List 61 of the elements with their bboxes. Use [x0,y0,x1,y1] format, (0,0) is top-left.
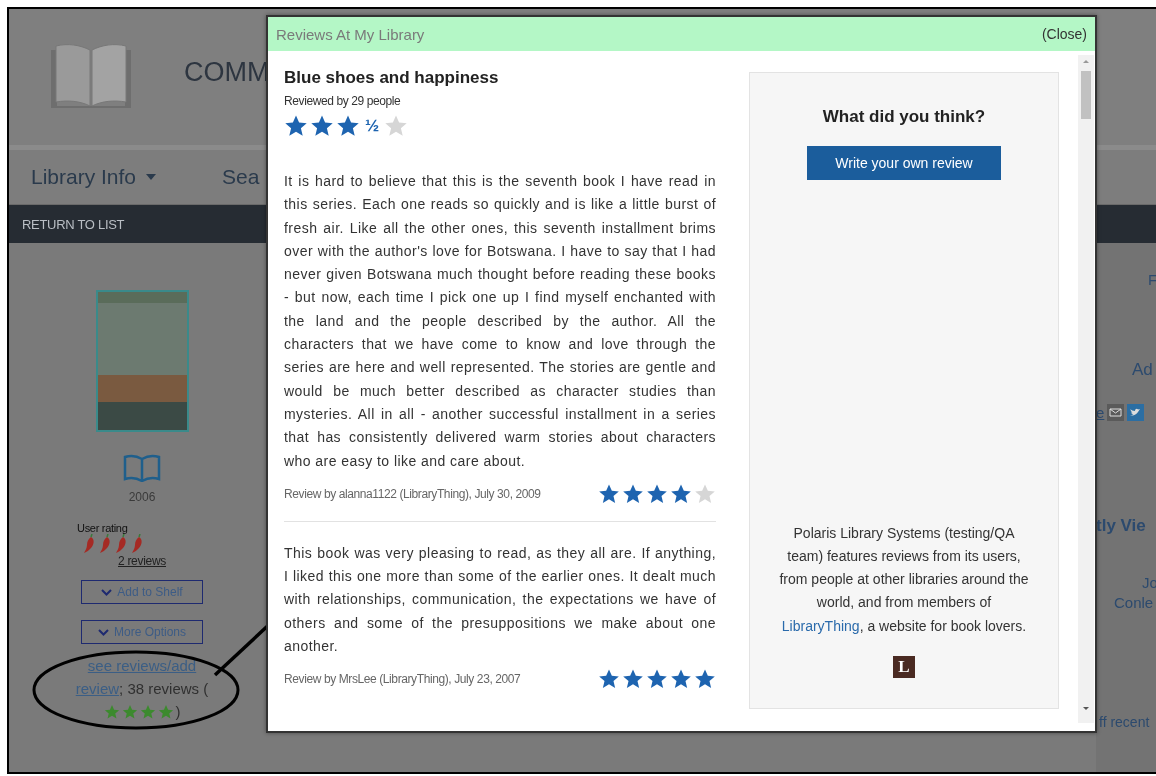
partial-text: ff recent [1099,714,1151,730]
review-byline: Review by MrsLee (LibraryThing), July 23, 2007 [284,672,521,687]
library-logo: L [893,656,915,678]
scrollbar[interactable] [1078,55,1094,723]
partial-text: F [1148,271,1156,288]
star-icon [139,703,156,720]
dropdown-button[interactable]: More Options [81,620,203,644]
star-icon [384,114,409,138]
nav-menu-item[interactable]: Library Info [31,165,157,189]
star-icon [646,668,668,691]
star-icon [103,703,120,720]
librarything-link[interactable]: LibraryThing [781,617,860,634]
review-text: This book was very pleasing to read, as they all are. If anything, I liked this one more than some of the earlier ones. It dealt much with relationships, communication, the expectations we have of others and some of the presuppositions we make about one another. [284,543,716,657]
book-icon [123,454,161,482]
email-icon[interactable] [1107,404,1125,421]
star-icon [646,482,668,505]
review-text: It is hard to believe that this is the seventh book I have read in this series. Each one reads so quickly and is like a little burst of fresh air. Like all the other ones, this seventh installment brims over with the author's love for Botswana. I have to say that I had never given Botswana much thought before reading these books - but now, each time I pick one up I find myself enchanted with the land and the people described by the author. All the characters that we have come to know and love through the series are here and well represented. The stories are gentle and would be much better described as character studies than mysteries. All in all - another successful installment in a series that has consistently delivered warm stories about characters who are easy to like and care about. [284,172,716,471]
share-link[interactable]: e [1096,404,1105,421]
site-title: COMM [184,56,270,88]
close-link[interactable]: (Close) [1041,26,1087,42]
star-icon [284,114,308,138]
chili-pepper-icon [82,534,96,554]
dropdown-button[interactable]: Add to Shelf [81,580,203,604]
review-count: Reviewed by 29 people [284,94,402,108]
chili-pepper-icon [114,534,128,554]
write-review-button[interactable]: Write your own review [807,146,1001,180]
star-icon [598,668,620,691]
chili-pepper-icon [130,534,144,554]
star-icon [670,482,692,505]
return-to-list-link[interactable]: RETURN TO LIST [22,216,125,232]
user-rating-label: User rating [77,522,128,534]
publication-year: 2006 [128,490,156,504]
open-book-logo-icon [50,44,132,110]
star-icon [121,703,138,720]
book-title: Blue shoes and happiness [284,68,500,88]
user-reviews-link[interactable]: 2 reviews [118,554,166,568]
partial-text: tly Vie [1096,516,1147,536]
panel-heading: What did you think? [822,107,986,127]
review-count: ; 38 reviews ( [119,680,209,697]
star-icon [336,114,360,138]
star-icon [622,668,644,691]
star-icon [694,482,716,505]
reviews-link[interactable]: see reviews/add [87,657,197,674]
review-byline: Review by alanna1122 (LibraryThing), July 30, 2009 [284,486,541,501]
star-icon [694,668,716,691]
chili-pepper-icon [98,534,112,554]
partial-text: Conle [1114,594,1155,611]
partial-text: Ad [1132,360,1154,380]
half-star-label: ½ [365,116,380,136]
dialog-title: Reviews At My Library [276,25,425,43]
star-icon [622,482,644,505]
star-icon [670,668,692,691]
chevron-down-icon [101,588,113,596]
nav-menu-item[interactable]: Sea [222,165,260,189]
star-icon [598,482,620,505]
star-icon [310,114,334,138]
panel-description: Polaris Library Systems (testing/QA team) features reviews from its users, from people at other libraries around the world, and from members of LibraryThing, a website for book lovers. [779,523,1029,636]
bird-icon[interactable] [1127,404,1145,421]
star-icon [157,703,174,720]
chevron-down-icon [98,628,109,636]
closing-parenthesis: ) [175,702,181,722]
